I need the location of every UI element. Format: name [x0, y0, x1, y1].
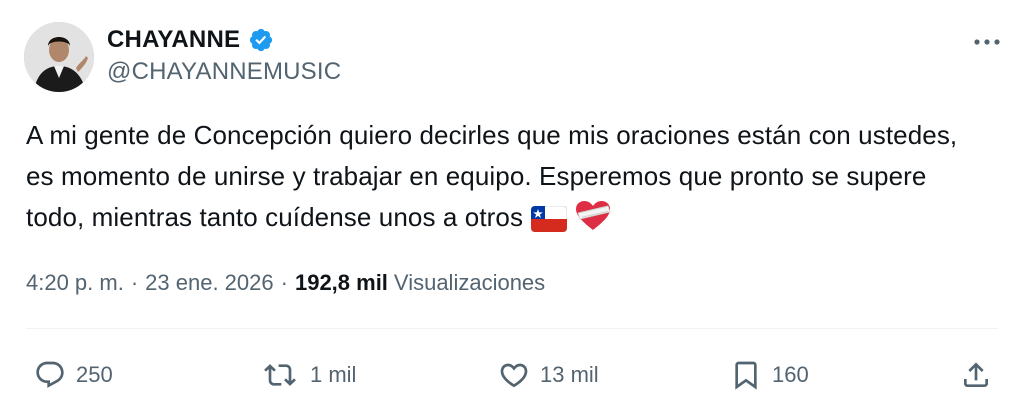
views-label: Visualizaciones — [393, 270, 546, 295]
share-button[interactable] — [960, 350, 992, 400]
more-options-button[interactable] — [972, 32, 1002, 52]
author-handle[interactable]: @CHAYANNEMUSIC — [107, 58, 341, 86]
more-horizontal-icon — [974, 39, 1000, 45]
reply-button[interactable]: 250 — [34, 350, 113, 400]
tweet-time[interactable]: 4:20 p. m. — [26, 270, 124, 296]
bandaged-heart-icon — [575, 200, 611, 244]
like-count: 13 mil — [540, 362, 599, 387]
verified-badge-icon — [250, 28, 273, 52]
retweet-count: 1 mil — [310, 362, 357, 387]
share-icon — [964, 362, 988, 387]
profile-photo — [24, 22, 94, 92]
meta-separator: · — [130, 270, 139, 295]
retweet-icon — [264, 364, 296, 386]
author-display-name[interactable]: CHAYANNE — [107, 26, 240, 54]
tweet-body: A mi gente de Concepción quiero decirles… — [26, 115, 986, 244]
bookmark-button[interactable]: 160 — [730, 350, 809, 400]
action-bar: 250 1 mil 13 mil 160 — [0, 350, 1024, 400]
meta-separator: · — [280, 270, 288, 295]
like-button[interactable]: 13 mil — [498, 350, 599, 400]
views-count: 192,8 mil — [294, 270, 388, 295]
tweet-text: A mi gente de Concepción quiero decirles… — [26, 120, 958, 232]
bookmark-count: 160 — [772, 362, 809, 387]
reply-count: 250 — [76, 362, 113, 387]
tweet-meta: 4:20 p. m. · 23 ene. 2026 · 192,8 mil Vi… — [26, 270, 545, 296]
divider — [26, 328, 998, 329]
reply-icon — [36, 361, 64, 388]
tweet-date[interactable]: 23 ene. 2026 — [145, 270, 273, 296]
chile-flag-icon — [530, 203, 568, 244]
heart-icon — [500, 363, 528, 388]
author-avatar[interactable] — [24, 22, 94, 92]
bookmark-icon — [735, 361, 757, 390]
retweet-button[interactable]: 1 mil — [260, 350, 356, 400]
